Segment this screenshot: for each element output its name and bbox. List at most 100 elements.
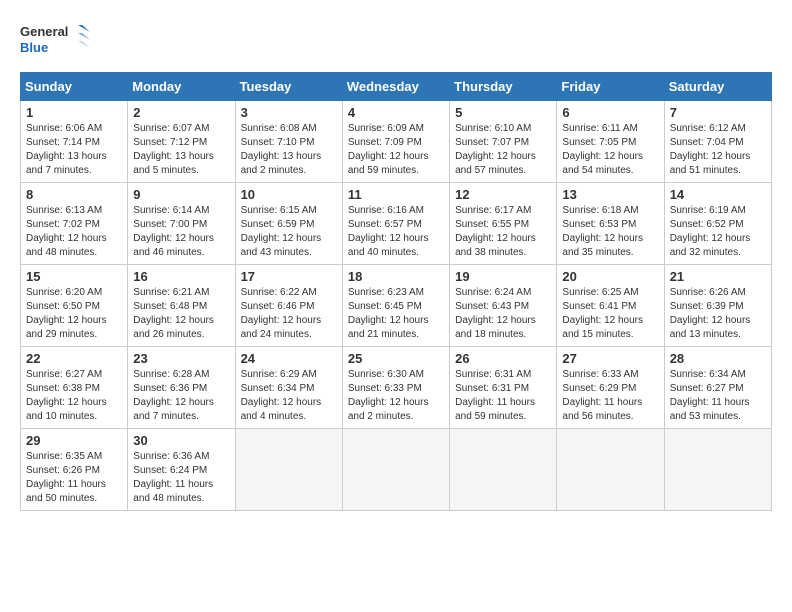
weekday-header: Monday bbox=[128, 73, 235, 101]
day-number: 3 bbox=[241, 105, 337, 120]
weekday-header-row: SundayMondayTuesdayWednesdayThursdayFrid… bbox=[21, 73, 772, 101]
calendar-cell bbox=[342, 429, 449, 511]
day-number: 12 bbox=[455, 187, 551, 202]
day-number: 30 bbox=[133, 433, 229, 448]
day-number: 11 bbox=[348, 187, 444, 202]
calendar-cell bbox=[235, 429, 342, 511]
day-number: 18 bbox=[348, 269, 444, 284]
day-info: Sunrise: 6:23 AM Sunset: 6:45 PM Dayligh… bbox=[348, 286, 444, 342]
calendar-cell: 21Sunrise: 6:26 AM Sunset: 6:39 PM Dayli… bbox=[664, 265, 771, 347]
day-info: Sunrise: 6:11 AM Sunset: 7:05 PM Dayligh… bbox=[562, 122, 658, 178]
calendar-cell: 4 Sunrise: 6:09 AM Sunset: 7:09 PM Daylig… bbox=[342, 101, 449, 183]
day-number: 9 bbox=[133, 187, 229, 202]
calendar-cell bbox=[557, 429, 664, 511]
calendar-cell: 11 Sunrise: 6:16 AM Sunset: 6:57 PM Dayli… bbox=[342, 183, 449, 265]
calendar-cell: 15 Sunrise: 6:20 AM Sunset: 6:50 PM Dayli… bbox=[21, 265, 128, 347]
day-number: 24 bbox=[241, 351, 337, 366]
calendar-week-row: 22 Sunrise: 6:27 AM Sunset: 6:38 PM Dayli… bbox=[21, 347, 772, 429]
day-number: 28 bbox=[670, 351, 766, 366]
calendar-cell: 9 Sunrise: 6:14 AM Sunset: 7:00 PM Daylig… bbox=[128, 183, 235, 265]
svg-text:General: General bbox=[20, 24, 68, 39]
svg-text:Blue: Blue bbox=[20, 40, 48, 55]
logo: General Blue bbox=[20, 20, 90, 62]
calendar-cell: 27 Sunrise: 6:33 AM Sunset: 6:29 PM Dayli… bbox=[557, 347, 664, 429]
weekday-header: Saturday bbox=[664, 73, 771, 101]
calendar-cell: 20Sunrise: 6:25 AM Sunset: 6:41 PM Dayli… bbox=[557, 265, 664, 347]
calendar-week-row: 29Sunrise: 6:35 AM Sunset: 6:26 PM Dayli… bbox=[21, 429, 772, 511]
calendar-cell: 5 Sunrise: 6:10 AM Sunset: 7:07 PM Daylig… bbox=[450, 101, 557, 183]
day-number: 7 bbox=[670, 105, 766, 120]
day-number: 5 bbox=[455, 105, 551, 120]
calendar-week-row: 8Sunrise: 6:13 AM Sunset: 7:02 PM Daylig… bbox=[21, 183, 772, 265]
day-info: Sunrise: 6:33 AM Sunset: 6:29 PM Dayligh… bbox=[562, 368, 658, 424]
day-info: Sunrise: 6:15 AM Sunset: 6:59 PM Dayligh… bbox=[241, 204, 337, 260]
day-info: Sunrise: 6:16 AM Sunset: 6:57 PM Dayligh… bbox=[348, 204, 444, 260]
calendar-cell bbox=[450, 429, 557, 511]
day-info: Sunrise: 6:19 AM Sunset: 6:52 PM Dayligh… bbox=[670, 204, 766, 260]
page-header: General Blue bbox=[20, 20, 772, 62]
calendar-cell: 8Sunrise: 6:13 AM Sunset: 7:02 PM Daylig… bbox=[21, 183, 128, 265]
calendar-cell: 17 Sunrise: 6:22 AM Sunset: 6:46 PM Dayli… bbox=[235, 265, 342, 347]
day-info: Sunrise: 6:08 AM Sunset: 7:10 PM Dayligh… bbox=[241, 122, 337, 178]
calendar-cell: 23Sunrise: 6:28 AM Sunset: 6:36 PM Dayli… bbox=[128, 347, 235, 429]
day-info: Sunrise: 6:28 AM Sunset: 6:36 PM Dayligh… bbox=[133, 368, 229, 424]
day-number: 22 bbox=[26, 351, 122, 366]
calendar-cell: 16Sunrise: 6:21 AM Sunset: 6:48 PM Dayli… bbox=[128, 265, 235, 347]
weekday-header: Thursday bbox=[450, 73, 557, 101]
calendar-cell: 13Sunrise: 6:18 AM Sunset: 6:53 PM Dayli… bbox=[557, 183, 664, 265]
day-number: 25 bbox=[348, 351, 444, 366]
day-info: Sunrise: 6:18 AM Sunset: 6:53 PM Dayligh… bbox=[562, 204, 658, 260]
weekday-header: Sunday bbox=[21, 73, 128, 101]
day-info: Sunrise: 6:24 AM Sunset: 6:43 PM Dayligh… bbox=[455, 286, 551, 342]
calendar-cell: 6 Sunrise: 6:11 AM Sunset: 7:05 PM Daylig… bbox=[557, 101, 664, 183]
calendar-cell: 30 Sunrise: 6:36 AM Sunset: 6:24 PM Dayli… bbox=[128, 429, 235, 511]
day-number: 15 bbox=[26, 269, 122, 284]
weekday-header: Wednesday bbox=[342, 73, 449, 101]
calendar-table: SundayMondayTuesdayWednesdayThursdayFrid… bbox=[20, 72, 772, 511]
calendar-week-row: 15 Sunrise: 6:20 AM Sunset: 6:50 PM Dayli… bbox=[21, 265, 772, 347]
calendar-cell: 1 Sunrise: 6:06 AM Sunset: 7:14 PM Daylig… bbox=[21, 101, 128, 183]
day-info: Sunrise: 6:20 AM Sunset: 6:50 PM Dayligh… bbox=[26, 286, 122, 342]
day-info: Sunrise: 6:10 AM Sunset: 7:07 PM Dayligh… bbox=[455, 122, 551, 178]
calendar-cell: 29Sunrise: 6:35 AM Sunset: 6:26 PM Dayli… bbox=[21, 429, 128, 511]
calendar-cell: 12 Sunrise: 6:17 AM Sunset: 6:55 PM Dayli… bbox=[450, 183, 557, 265]
weekday-header: Friday bbox=[557, 73, 664, 101]
day-info: Sunrise: 6:26 AM Sunset: 6:39 PM Dayligh… bbox=[670, 286, 766, 342]
day-number: 2 bbox=[133, 105, 229, 120]
calendar-cell: 7 Sunrise: 6:12 AM Sunset: 7:04 PM Daylig… bbox=[664, 101, 771, 183]
calendar-cell: 24 Sunrise: 6:29 AM Sunset: 6:34 PM Dayli… bbox=[235, 347, 342, 429]
day-number: 26 bbox=[455, 351, 551, 366]
day-info: Sunrise: 6:07 AM Sunset: 7:12 PM Dayligh… bbox=[133, 122, 229, 178]
calendar-cell: 28 Sunrise: 6:34 AM Sunset: 6:27 PM Dayli… bbox=[664, 347, 771, 429]
logo-svg: General Blue bbox=[20, 20, 90, 62]
day-info: Sunrise: 6:12 AM Sunset: 7:04 PM Dayligh… bbox=[670, 122, 766, 178]
day-info: Sunrise: 6:34 AM Sunset: 6:27 PM Dayligh… bbox=[670, 368, 766, 424]
day-info: Sunrise: 6:30 AM Sunset: 6:33 PM Dayligh… bbox=[348, 368, 444, 424]
day-number: 14 bbox=[670, 187, 766, 202]
day-info: Sunrise: 6:22 AM Sunset: 6:46 PM Dayligh… bbox=[241, 286, 337, 342]
day-info: Sunrise: 6:14 AM Sunset: 7:00 PM Dayligh… bbox=[133, 204, 229, 260]
calendar-cell: 14 Sunrise: 6:19 AM Sunset: 6:52 PM Dayli… bbox=[664, 183, 771, 265]
day-info: Sunrise: 6:27 AM Sunset: 6:38 PM Dayligh… bbox=[26, 368, 122, 424]
day-info: Sunrise: 6:17 AM Sunset: 6:55 PM Dayligh… bbox=[455, 204, 551, 260]
calendar-cell: 22 Sunrise: 6:27 AM Sunset: 6:38 PM Dayli… bbox=[21, 347, 128, 429]
day-info: Sunrise: 6:35 AM Sunset: 6:26 PM Dayligh… bbox=[26, 450, 122, 506]
day-number: 1 bbox=[26, 105, 122, 120]
day-number: 27 bbox=[562, 351, 658, 366]
day-info: Sunrise: 6:36 AM Sunset: 6:24 PM Dayligh… bbox=[133, 450, 229, 506]
calendar-cell bbox=[664, 429, 771, 511]
day-number: 4 bbox=[348, 105, 444, 120]
day-info: Sunrise: 6:09 AM Sunset: 7:09 PM Dayligh… bbox=[348, 122, 444, 178]
day-number: 17 bbox=[241, 269, 337, 284]
weekday-header: Tuesday bbox=[235, 73, 342, 101]
calendar-cell: 26Sunrise: 6:31 AM Sunset: 6:31 PM Dayli… bbox=[450, 347, 557, 429]
calendar-cell: 10Sunrise: 6:15 AM Sunset: 6:59 PM Dayli… bbox=[235, 183, 342, 265]
day-number: 16 bbox=[133, 269, 229, 284]
calendar-cell: 3 Sunrise: 6:08 AM Sunset: 7:10 PM Daylig… bbox=[235, 101, 342, 183]
calendar-cell: 25 Sunrise: 6:30 AM Sunset: 6:33 PM Dayli… bbox=[342, 347, 449, 429]
day-info: Sunrise: 6:06 AM Sunset: 7:14 PM Dayligh… bbox=[26, 122, 122, 178]
day-number: 8 bbox=[26, 187, 122, 202]
day-number: 6 bbox=[562, 105, 658, 120]
calendar-cell: 2 Sunrise: 6:07 AM Sunset: 7:12 PM Daylig… bbox=[128, 101, 235, 183]
day-info: Sunrise: 6:29 AM Sunset: 6:34 PM Dayligh… bbox=[241, 368, 337, 424]
